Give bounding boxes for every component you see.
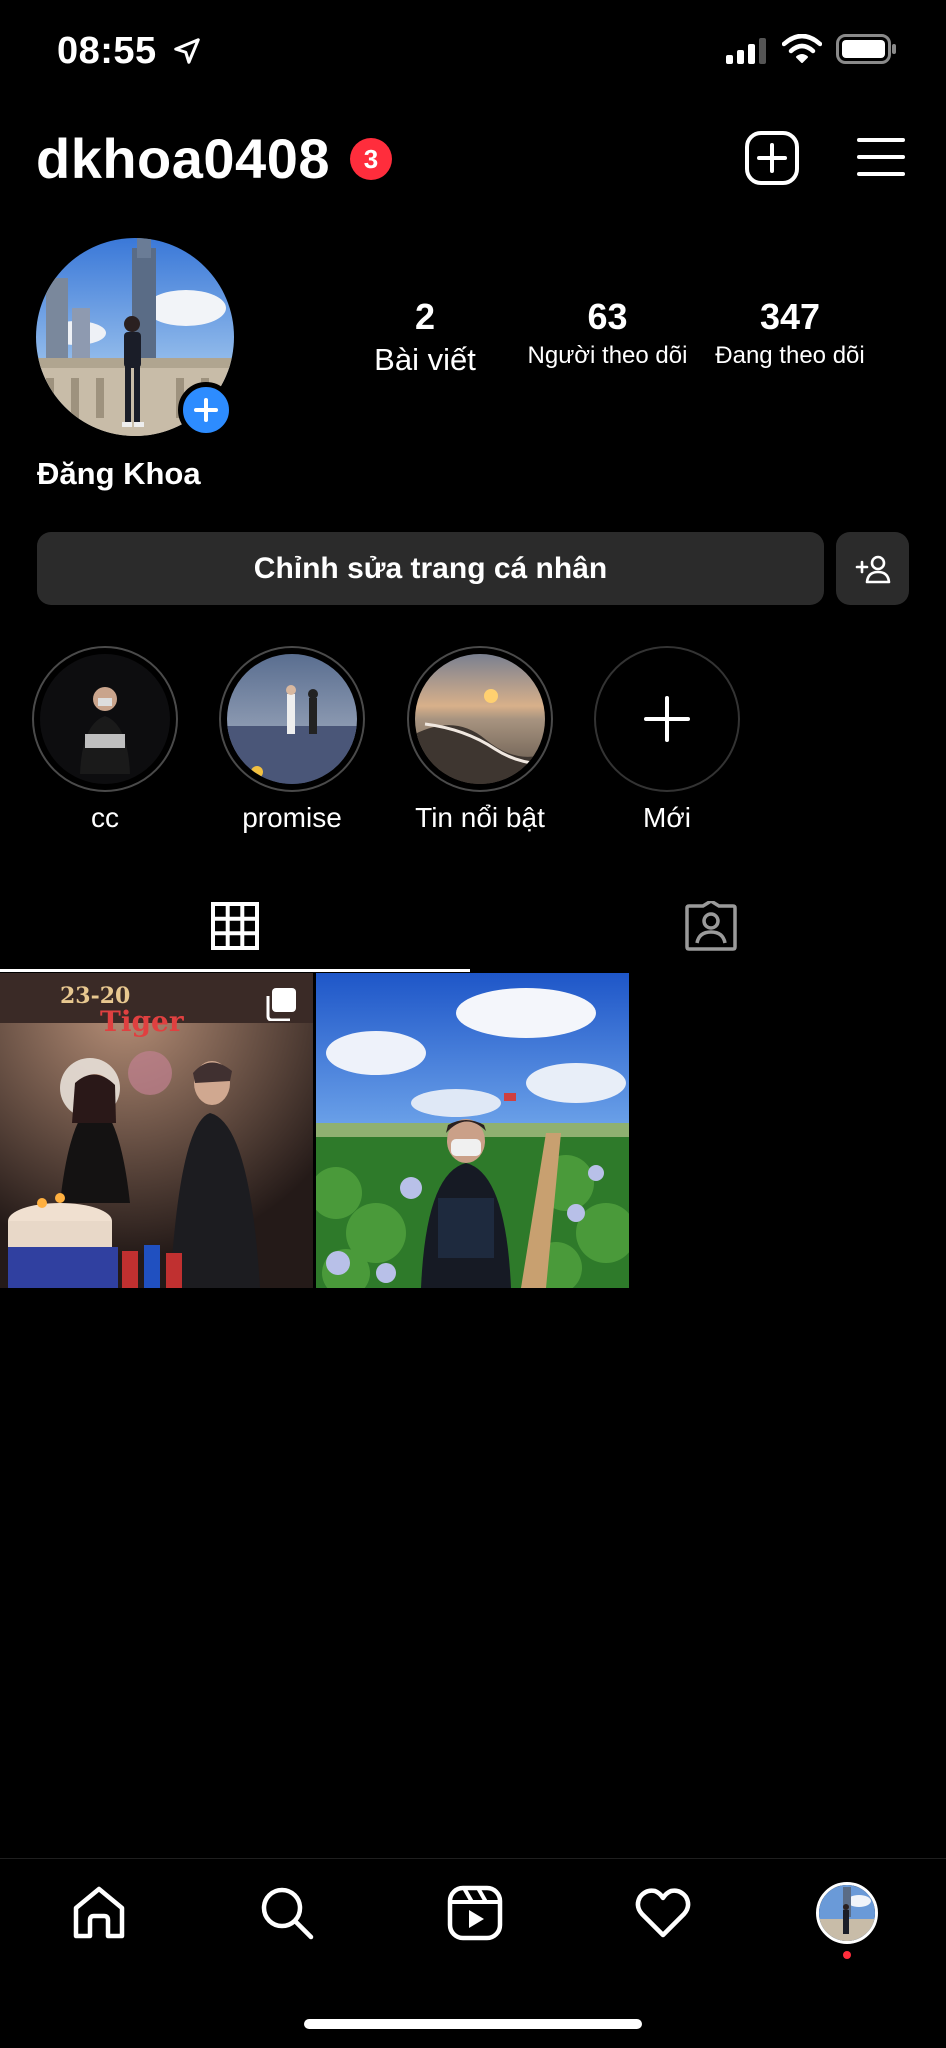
cellular-signal-icon xyxy=(726,38,770,64)
edit-profile-button[interactable]: Chỉnh sửa trang cá nhân xyxy=(37,532,824,605)
highlight-label: promise xyxy=(242,802,342,833)
tab-posts-grid[interactable] xyxy=(0,880,470,972)
hamburger-menu-icon xyxy=(857,138,905,176)
following-label: Đang theo dõi xyxy=(715,342,865,369)
reels-icon xyxy=(447,1885,503,1941)
followers-stat[interactable]: 63 Người theo dõi xyxy=(520,296,695,370)
home-indicator xyxy=(304,2019,642,2029)
post-thumbnail[interactable] xyxy=(316,973,629,1288)
highlight-featured[interactable]: Tin nổi bật xyxy=(405,646,555,834)
status-time: 08:55 xyxy=(57,30,157,72)
followers-count: 63 xyxy=(587,296,628,337)
notification-badge: 3 xyxy=(350,138,392,180)
posts-stat[interactable]: 2 Bài viết xyxy=(360,296,490,378)
nav-search-button[interactable] xyxy=(258,1884,316,1942)
profile-username[interactable]: dkhoa0408 xyxy=(36,126,330,191)
highlight-label: Tin nổi bật xyxy=(415,802,545,833)
profile-avatar-icon xyxy=(819,1885,875,1941)
highlight-promise[interactable]: promise xyxy=(217,646,367,834)
highlight-ring xyxy=(32,646,178,792)
wifi-icon xyxy=(782,34,822,64)
plus-icon xyxy=(644,696,690,742)
plus-square-icon xyxy=(745,131,799,185)
post-thumbnail[interactable]: 23-20 Tiger xyxy=(0,973,313,1288)
search-icon xyxy=(261,1887,314,1940)
nav-profile-button[interactable] xyxy=(816,1882,878,1944)
highlight-label: cc xyxy=(91,802,119,833)
new-post-button[interactable] xyxy=(744,130,800,186)
heart-icon xyxy=(635,1888,691,1938)
home-icon xyxy=(73,1886,125,1939)
highlight-ring xyxy=(407,646,553,792)
display-name: Đăng Khoa xyxy=(37,456,201,491)
location-arrow-icon xyxy=(172,36,202,66)
plus-icon xyxy=(194,398,218,422)
tab-tagged[interactable] xyxy=(476,880,946,972)
followers-label: Người theo dõi xyxy=(527,342,688,369)
nav-reels-button[interactable] xyxy=(446,1884,504,1942)
menu-button[interactable] xyxy=(856,136,906,178)
highlight-ring xyxy=(219,646,365,792)
posts-count: 2 xyxy=(414,296,436,337)
highlight-cc[interactable]: cc xyxy=(30,646,180,834)
add-person-icon xyxy=(855,555,890,583)
new-highlight-button[interactable]: Mới xyxy=(592,646,742,834)
add-story-button[interactable] xyxy=(178,382,234,438)
battery-icon xyxy=(836,34,898,64)
nav-home-button[interactable] xyxy=(70,1884,128,1942)
highlight-cover xyxy=(227,654,357,784)
following-stat[interactable]: 347 Đang theo dõi xyxy=(704,296,876,370)
discover-people-button[interactable] xyxy=(836,532,909,605)
nav-activity-button[interactable] xyxy=(634,1884,692,1942)
tagged-person-icon xyxy=(685,901,737,951)
multiple-images-icon xyxy=(263,987,297,1021)
grid-icon xyxy=(211,902,259,950)
notification-dot xyxy=(843,1951,851,1959)
highlight-label: Mới xyxy=(643,802,691,833)
highlight-cover xyxy=(40,654,170,784)
active-tab-indicator xyxy=(0,969,470,972)
svg-text:Tiger: Tiger xyxy=(100,1005,185,1038)
highlight-cover xyxy=(415,654,545,784)
posts-label: Bài viết xyxy=(374,342,476,377)
highlight-ring xyxy=(594,646,740,792)
following-count: 347 xyxy=(759,296,821,337)
